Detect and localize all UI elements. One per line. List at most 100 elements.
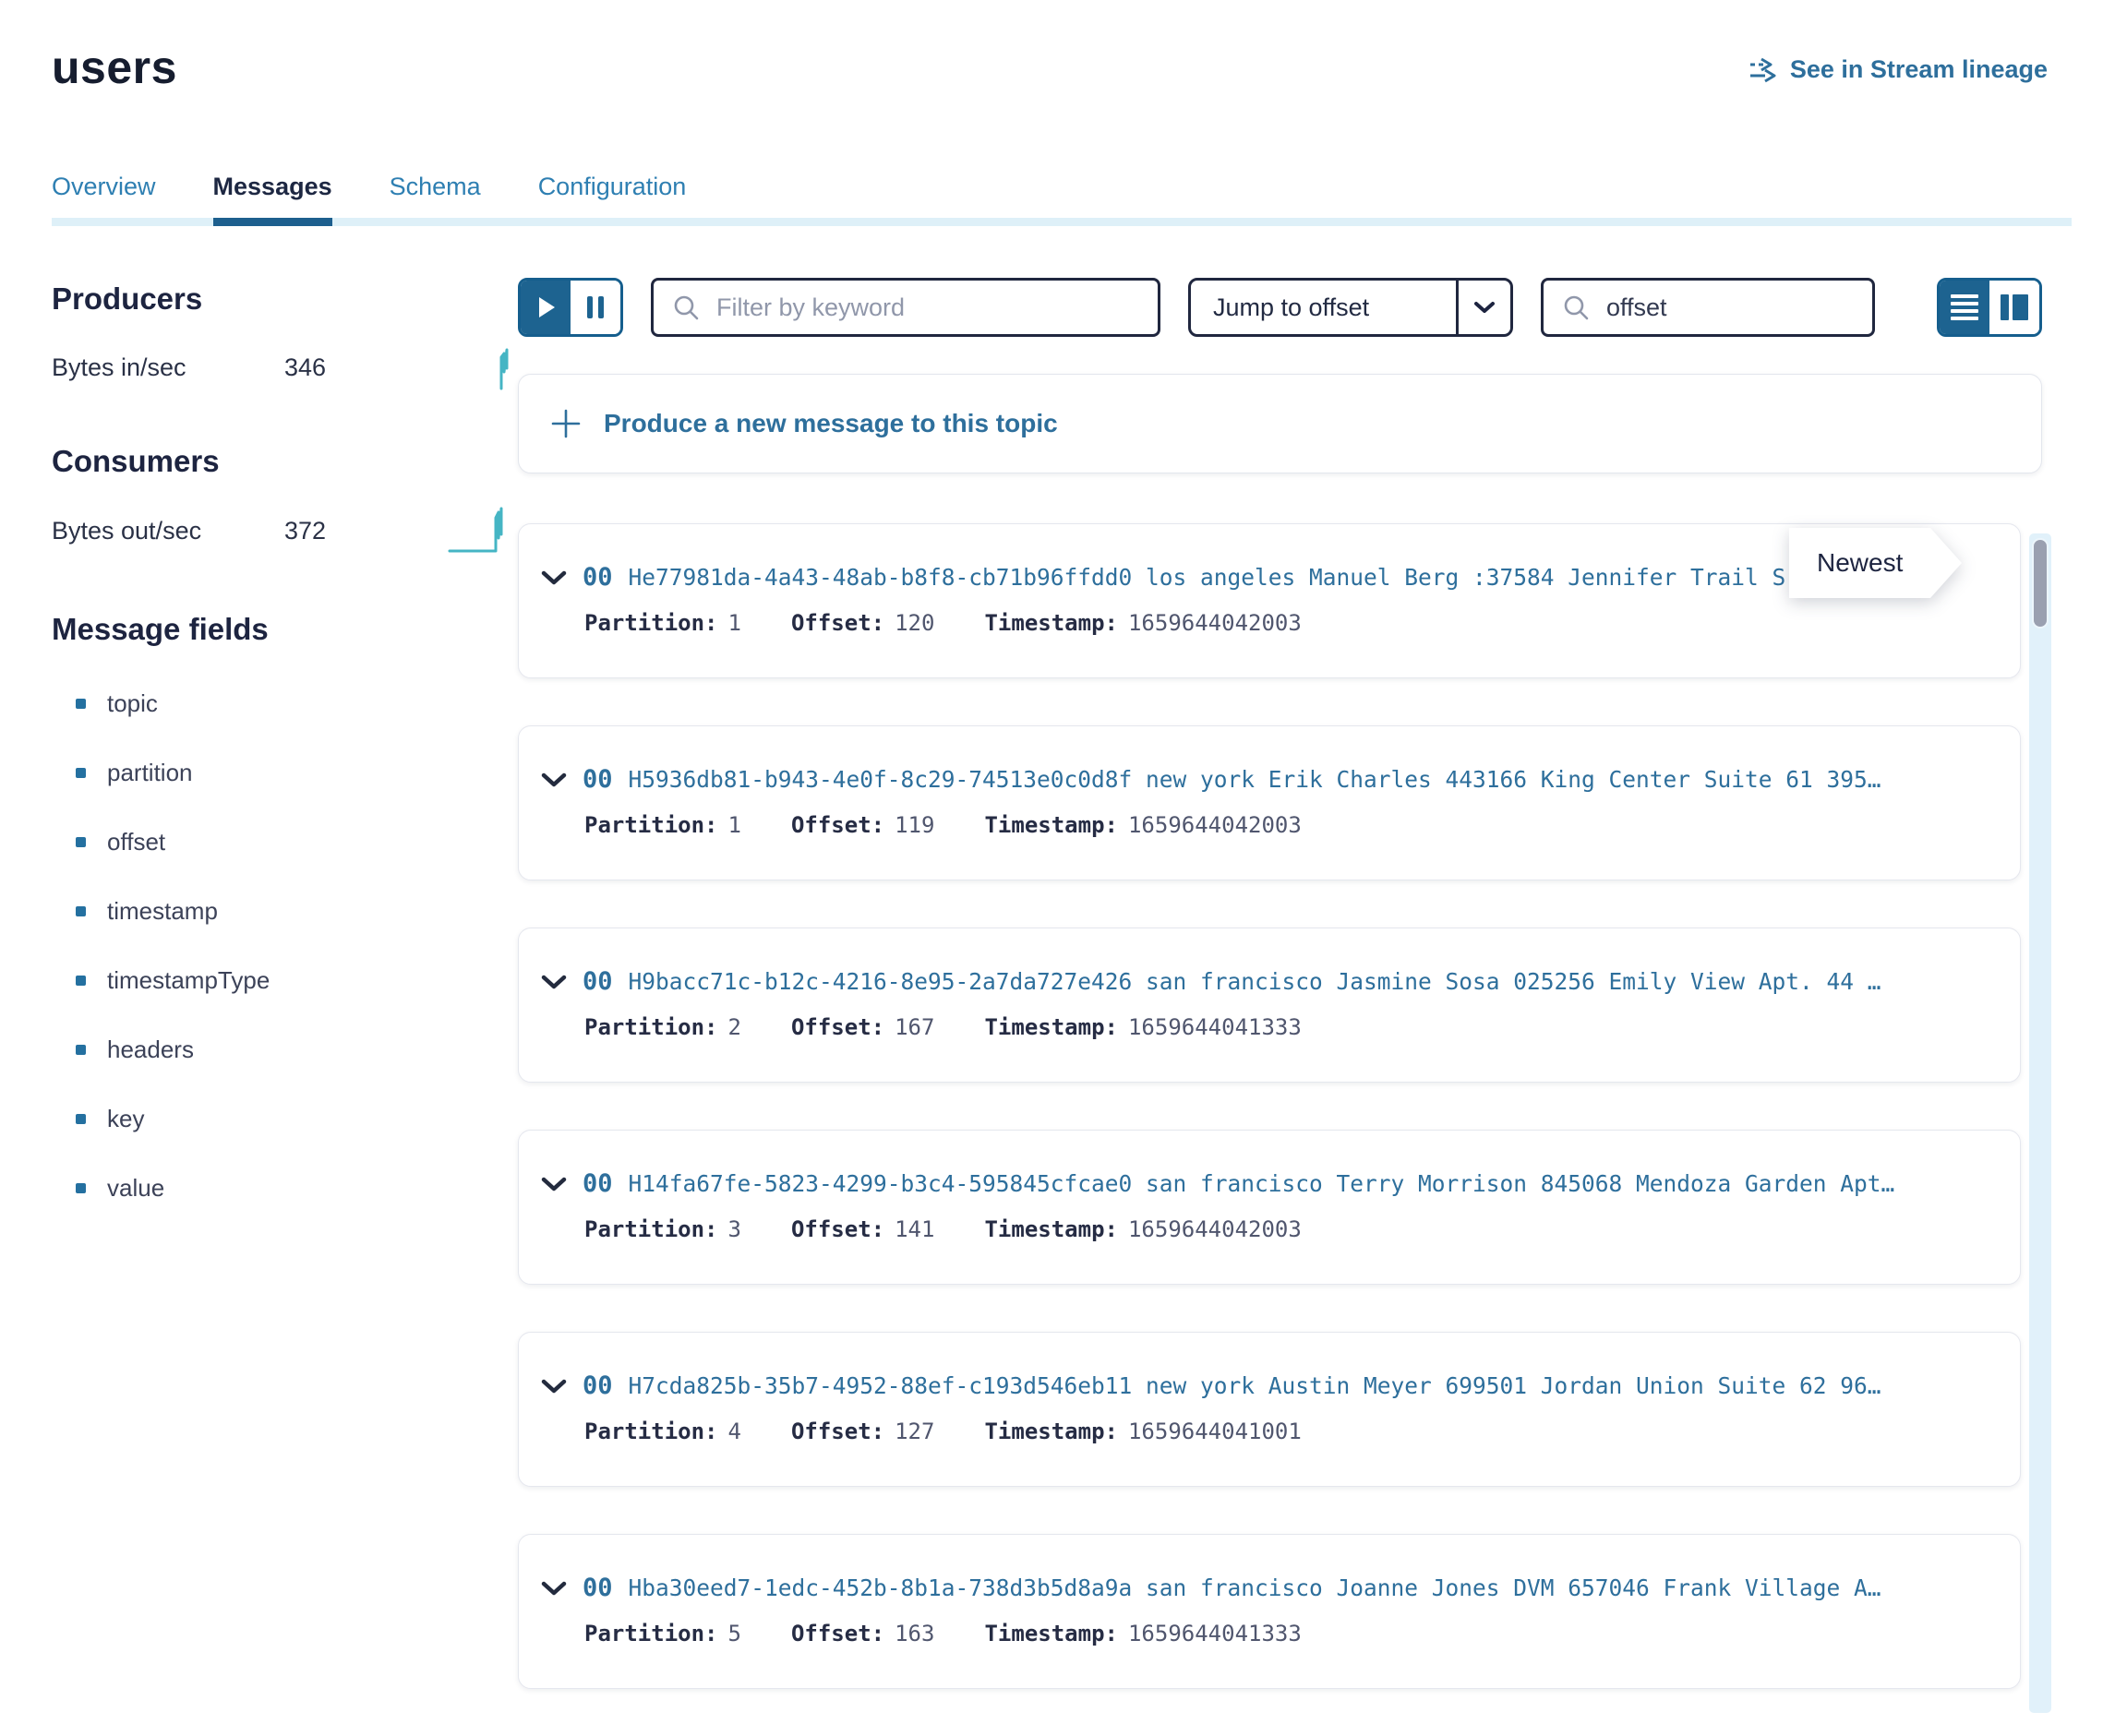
message-row[interactable]: 00 H5936db81-b943-4e0f-8c29-74513e0c0d8f… — [518, 725, 2021, 880]
offset-search-wrapper — [1541, 278, 1875, 337]
expand-chevron-icon[interactable] — [541, 1379, 567, 1394]
key-glyph-icon: 00 — [583, 765, 613, 794]
stream-lineage-link[interactable]: See in Stream lineage — [1748, 55, 2048, 84]
key-glyph-icon: 00 — [583, 967, 613, 996]
partition-value: 2 — [728, 1014, 741, 1040]
message-meta: Partition:3 Offset:141 Timestamp:1659644… — [584, 1216, 1998, 1242]
message-key: H5936db81-b943-4e0f-8c29-74513e0c0d8f ne… — [629, 766, 1998, 793]
key-glyph-icon: 00 — [583, 563, 613, 592]
timestamp-value: 1659644041001 — [1128, 1419, 1302, 1444]
active-tab-indicator — [213, 218, 332, 226]
message-row[interactable]: 00 H14fa67fe-5823-4299-b3c4-595845cfcae0… — [518, 1130, 2021, 1285]
field-item-offset: offset — [76, 828, 518, 856]
message-key: Hba30eed7-1edc-452b-8b1a-738d3b5d8a9a sa… — [629, 1574, 1998, 1601]
jump-to-offset-label: Jump to offset — [1191, 281, 1456, 334]
bytes-in-value: 346 — [284, 353, 326, 382]
field-item-partition: partition — [76, 759, 518, 787]
produce-message-button[interactable]: Produce a new message to this topic — [518, 374, 2042, 473]
message-meta: Partition:4 Offset:127 Timestamp:1659644… — [584, 1419, 1998, 1444]
field-item-key: key — [76, 1105, 518, 1133]
content: Producers Bytes in/sec 346 Consumers Byt… — [0, 226, 2103, 1736]
message-meta: Partition:1 Offset:119 Timestamp:1659644… — [584, 812, 1998, 838]
view-mode-toggle — [1937, 278, 2042, 337]
message-key: H9bacc71c-b12c-4216-8e95-2a7da727e426 sa… — [629, 968, 1998, 995]
tab-bar: Overview Messages Schema Configuration — [0, 173, 2103, 226]
field-item-headers: headers — [76, 1036, 518, 1064]
field-item-timestamp: timestamp — [76, 897, 518, 926]
field-item-timestampType: timestampType — [76, 966, 518, 995]
timestamp-value: 1659644042003 — [1128, 1216, 1302, 1242]
consumers-heading: Consumers — [52, 444, 518, 479]
field-item-topic: topic — [76, 689, 518, 718]
partition-value: 4 — [728, 1419, 741, 1444]
field-item-value: value — [76, 1174, 518, 1203]
expand-chevron-icon[interactable] — [541, 975, 567, 989]
message-row[interactable]: 00 H7cda825b-35b7-4952-88ef-c193d546eb11… — [518, 1332, 2021, 1487]
bullet-icon — [76, 1183, 86, 1193]
message-key: H14fa67fe-5823-4299-b3c4-595845cfcae0 sa… — [629, 1170, 1998, 1197]
jump-to-offset-select[interactable]: Jump to offset — [1188, 278, 1513, 337]
bytes-in-sparkline — [494, 344, 514, 390]
expand-chevron-icon[interactable] — [541, 1177, 567, 1191]
stream-lineage-label: See in Stream lineage — [1790, 55, 2048, 84]
pause-button[interactable] — [571, 281, 620, 334]
tab-schema[interactable]: Schema — [390, 173, 481, 226]
producers-heading: Producers — [52, 281, 518, 317]
play-pause-toggle — [518, 278, 623, 337]
filter-keyword-input[interactable] — [715, 293, 1139, 323]
bullet-icon — [76, 906, 86, 916]
bytes-in-label: Bytes in/sec — [52, 353, 284, 382]
split-view-button[interactable] — [1989, 281, 2039, 334]
bullet-icon — [76, 1114, 86, 1124]
tooltip-arrow — [1930, 528, 1962, 598]
tab-overview[interactable]: Overview — [52, 173, 156, 226]
search-icon — [672, 293, 700, 321]
bytes-out-stat: Bytes out/sec 372 — [52, 507, 518, 555]
bullet-icon — [76, 976, 86, 986]
produce-message-label: Produce a new message to this topic — [604, 409, 1058, 438]
expand-chevron-icon[interactable] — [541, 1581, 567, 1596]
search-icon — [1562, 293, 1590, 321]
newest-tooltip: Newest — [1789, 528, 1962, 598]
key-glyph-icon: 00 — [583, 1169, 613, 1198]
offset-value: 127 — [895, 1419, 934, 1444]
play-icon — [539, 297, 555, 317]
expand-chevron-icon[interactable] — [541, 570, 567, 585]
message-meta: Partition:2 Offset:167 Timestamp:1659644… — [584, 1014, 1998, 1040]
message-row[interactable]: 00 Hba30eed7-1edc-452b-8b1a-738d3b5d8a9a… — [518, 1534, 2021, 1689]
pause-icon — [587, 296, 604, 318]
bullet-icon — [76, 768, 86, 778]
message-row[interactable]: 00 H9bacc71c-b12c-4216-8e95-2a7da727e426… — [518, 928, 2021, 1083]
bullet-icon — [76, 837, 86, 847]
chevron-down-icon — [1459, 281, 1510, 334]
timestamp-value: 1659644042003 — [1128, 812, 1302, 838]
split-view-icon — [2001, 294, 2028, 320]
message-list-scrollbar[interactable] — [2029, 533, 2051, 1713]
play-button[interactable] — [521, 281, 571, 334]
message-meta: Partition:1 Offset:120 Timestamp:1659644… — [584, 610, 1998, 636]
tab-track — [52, 218, 2072, 226]
timestamp-value: 1659644041333 — [1128, 1014, 1302, 1040]
tab-messages[interactable]: Messages — [213, 173, 332, 226]
list-view-button[interactable] — [1940, 281, 1989, 334]
list-view-icon — [1951, 294, 1978, 320]
offset-value: 119 — [895, 812, 934, 838]
partition-value: 5 — [728, 1621, 741, 1646]
newest-tooltip-label: Newest — [1789, 528, 1930, 598]
messages-toolbar: Jump to offset — [518, 278, 2042, 337]
tab-configuration[interactable]: Configuration — [538, 173, 687, 226]
key-glyph-icon: 00 — [583, 1371, 613, 1400]
offset-search-input[interactable] — [1604, 293, 1854, 323]
bullet-icon — [76, 699, 86, 709]
expand-chevron-icon[interactable] — [541, 772, 567, 787]
message-meta: Partition:5 Offset:163 Timestamp:1659644… — [584, 1621, 1998, 1646]
filter-input-wrapper — [651, 278, 1160, 337]
plus-icon — [550, 408, 582, 439]
offset-value: 141 — [895, 1216, 934, 1242]
timestamp-value: 1659644041333 — [1128, 1621, 1302, 1646]
offset-value: 120 — [895, 610, 934, 636]
key-glyph-icon: 00 — [583, 1574, 613, 1602]
scrollbar-thumb[interactable] — [2032, 538, 2049, 629]
partition-value: 3 — [728, 1216, 741, 1242]
bytes-in-stat: Bytes in/sec 346 — [52, 344, 518, 390]
